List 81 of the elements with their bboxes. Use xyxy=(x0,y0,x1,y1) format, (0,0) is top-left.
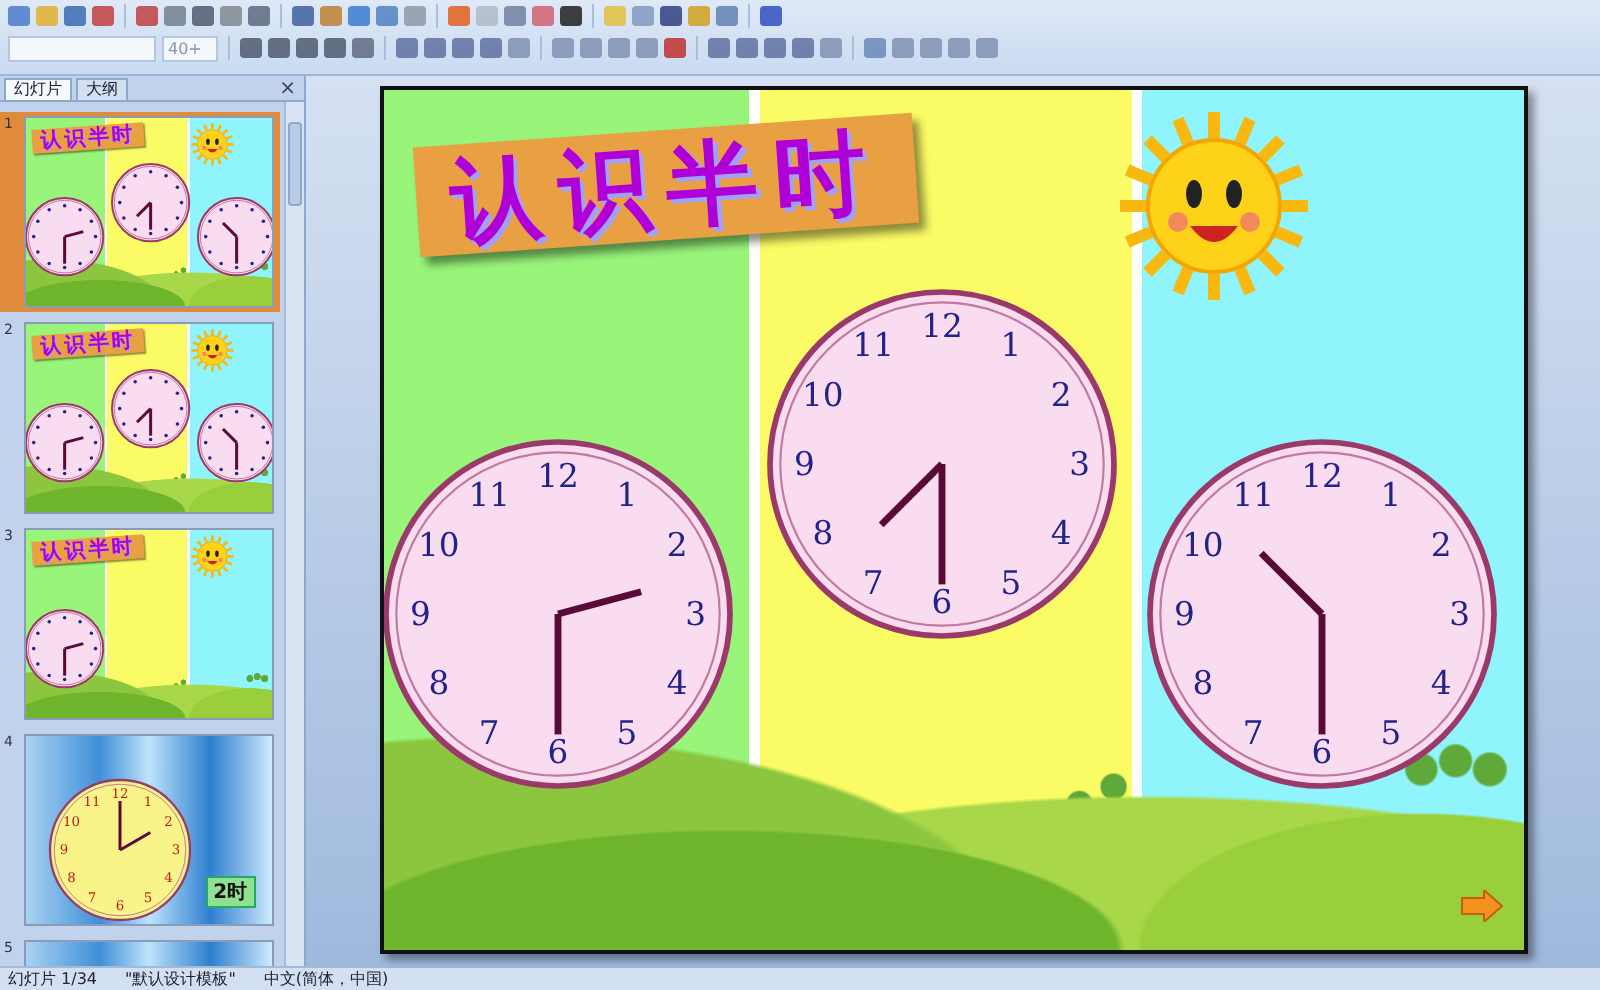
slide-title: 认识半时 xyxy=(40,537,137,565)
clock-hands xyxy=(62,229,84,263)
pane-tab[interactable]: 幻灯片 xyxy=(4,78,72,100)
toolbar-icon[interactable] xyxy=(396,38,418,58)
clock-hands xyxy=(221,426,238,469)
clock-number: 12 xyxy=(536,457,578,496)
toolbar-icon[interactable] xyxy=(248,6,270,26)
sun-drawing xyxy=(189,533,235,579)
font-name-field[interactable] xyxy=(8,35,156,61)
toolbar-icon[interactable] xyxy=(192,6,214,26)
toolbar-icon[interactable] xyxy=(760,6,782,26)
clock-number: 11 xyxy=(467,475,509,514)
clock-hands xyxy=(62,435,84,469)
toolbar-icon[interactable] xyxy=(792,38,814,58)
template-name: "默认设计模板" xyxy=(125,968,236,990)
clock-number: 12 xyxy=(920,307,962,346)
next-arrow-icon[interactable] xyxy=(1459,890,1503,922)
clock-hands xyxy=(62,641,84,675)
clock-number: 10 xyxy=(1181,526,1223,565)
time-label: 2时 xyxy=(205,876,256,908)
clock-number: 4 xyxy=(665,663,687,702)
clock-number: 1 xyxy=(999,325,1021,364)
clock-number: 9 xyxy=(1173,595,1194,633)
clock-number: 10 xyxy=(801,376,843,415)
clock-number: 6 xyxy=(930,582,952,621)
toolbar-icon[interactable] xyxy=(324,38,346,58)
toolbar-icon[interactable] xyxy=(136,6,158,26)
toolbar-icon[interactable] xyxy=(268,38,290,58)
toolbar-icon[interactable] xyxy=(292,6,314,26)
clock-number: 9 xyxy=(793,445,814,483)
toolbar-icon[interactable] xyxy=(560,6,582,26)
slide-title: 认识半时 xyxy=(40,331,137,359)
toolbar-icon[interactable] xyxy=(240,38,262,58)
toolbar-icon[interactable] xyxy=(296,38,318,58)
clock-number: 4 xyxy=(1429,663,1451,702)
clock-number: 8 xyxy=(1191,663,1213,702)
clock-hands xyxy=(135,406,153,435)
clock-number: 5 xyxy=(999,564,1021,603)
toolbar-icon[interactable] xyxy=(64,6,86,26)
toolbar-icon[interactable] xyxy=(480,38,502,58)
clock-number: 7 xyxy=(861,564,883,603)
toolbar-icon[interactable] xyxy=(452,38,474,58)
sun-drawing xyxy=(189,327,235,373)
pane-tab[interactable]: 大纲 xyxy=(76,78,128,100)
clock-number: 6 xyxy=(546,732,568,771)
clock-number: 7 xyxy=(477,714,499,753)
clock-number: 1 xyxy=(1379,475,1401,514)
slide-title: 认识半时 xyxy=(40,125,137,153)
clock-number: 11 xyxy=(851,325,893,364)
sun-drawing xyxy=(189,121,235,167)
clock-number: 5 xyxy=(615,714,637,753)
scrollbar[interactable] xyxy=(284,102,304,966)
toolbar-icon[interactable] xyxy=(764,38,786,58)
clock-number: 3 xyxy=(684,595,705,633)
close-button[interactable]: × xyxy=(279,78,296,100)
clock-hands xyxy=(221,220,238,263)
clock-number: 12 xyxy=(1300,457,1342,496)
clock-number: 3 xyxy=(1448,595,1469,633)
clock-number: 8 xyxy=(427,663,449,702)
clock-number: 10 xyxy=(417,526,459,565)
clock-number: 11 xyxy=(1231,475,1273,514)
toolbar-icon[interactable] xyxy=(660,6,682,26)
clock-number: 7 xyxy=(1241,714,1263,753)
toolbar-icon[interactable] xyxy=(92,6,114,26)
clock-number: 2 xyxy=(1429,526,1451,565)
clock-number: 2 xyxy=(665,526,687,565)
clock-number: 9 xyxy=(409,595,430,633)
clock-hands xyxy=(135,200,153,229)
language: 中文(简体，中国) xyxy=(263,968,389,990)
slide-title: 认识半时 xyxy=(446,124,884,246)
clock-number: 6 xyxy=(1310,732,1332,771)
clock-number: 5 xyxy=(1379,714,1401,753)
clock-number: 8 xyxy=(811,513,833,552)
slide-count: 幻灯片 1/34 xyxy=(8,968,98,990)
clock-number: 2 xyxy=(1049,376,1071,415)
toolbar-icon[interactable] xyxy=(352,38,374,58)
clock-number: 1 xyxy=(615,475,637,514)
toolbar-icon[interactable] xyxy=(664,38,686,58)
clock-number: 4 xyxy=(1049,513,1071,552)
clock-number: 3 xyxy=(1068,445,1089,483)
toolbar-icon[interactable] xyxy=(424,38,446,58)
